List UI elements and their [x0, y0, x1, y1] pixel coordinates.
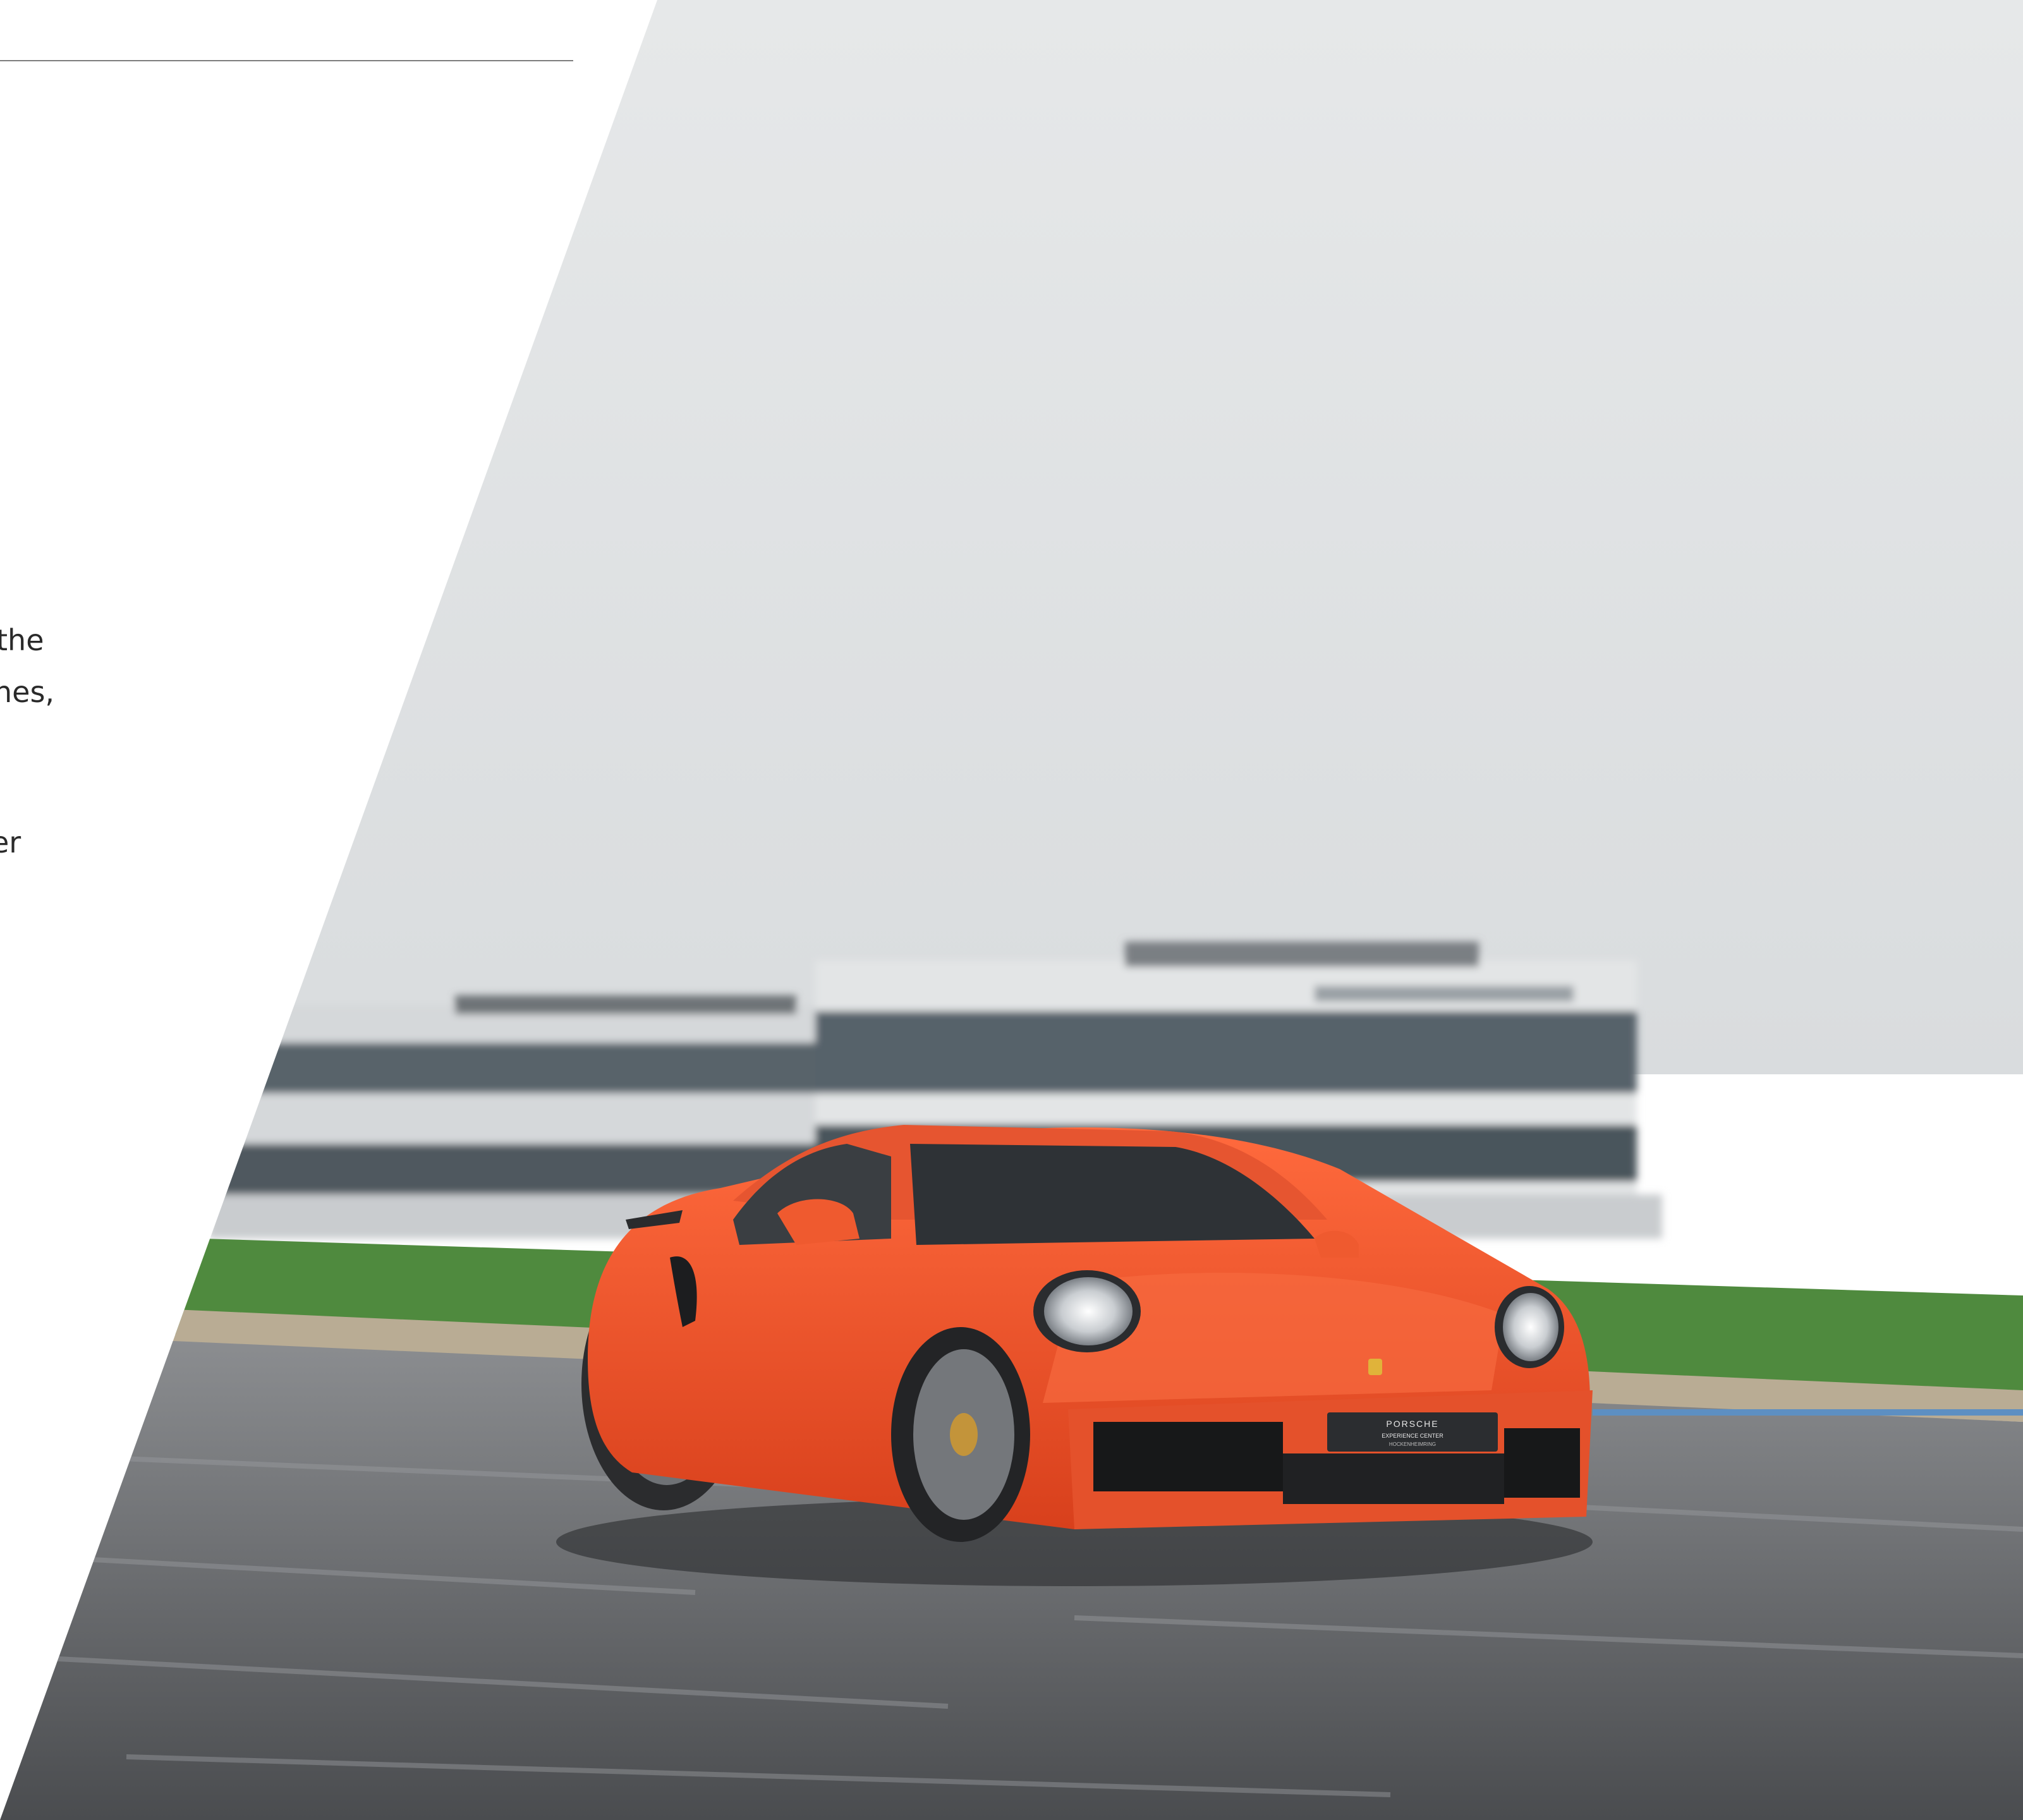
plate-line2: HOCKENHEIMRING [1389, 1441, 1436, 1447]
plate-line1: EXPERIENCE CENTER [1382, 1433, 1443, 1439]
hero-photo: PORSCHE EXPERIENCE CENTER HOCKENHEIMRING [0, 0, 2023, 1820]
plate-brand: PORSCHE [1386, 1419, 1438, 1429]
